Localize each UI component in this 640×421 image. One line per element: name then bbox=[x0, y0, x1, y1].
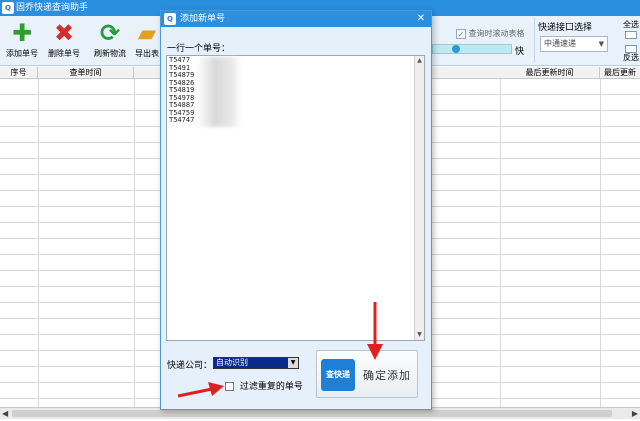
interface-select[interactable]: 中通速递 ▼ bbox=[540, 36, 608, 52]
privacy-blur bbox=[197, 57, 241, 127]
speed-slider[interactable] bbox=[432, 44, 512, 54]
select-all-label: 全选 bbox=[623, 20, 639, 29]
add-tracking-label: 添加单号 bbox=[6, 49, 38, 58]
select-all-button[interactable]: 全选 bbox=[620, 20, 640, 42]
dedup-label: 过滤重复的单号 bbox=[239, 382, 303, 392]
dialog-titlebar[interactable]: Q 添加新单号 ✕ bbox=[161, 11, 431, 27]
checkbox-icon bbox=[225, 382, 234, 391]
refresh-logistics-button[interactable]: ⟳ 刷新物流 bbox=[88, 20, 132, 62]
scroll-table-label: 查询时滚动表格 bbox=[468, 29, 525, 38]
column-header-index[interactable]: 序号 bbox=[0, 67, 38, 79]
app-title: 固乔快递查询助手 bbox=[16, 3, 89, 13]
interface-title: 快递接口选择 bbox=[538, 23, 593, 33]
grid-divider bbox=[600, 79, 601, 407]
grid-divider bbox=[134, 79, 135, 407]
app-logo-icon: Q bbox=[2, 2, 14, 14]
courier-label: 快递公司： bbox=[167, 361, 213, 371]
invert-select-button[interactable]: 反选 bbox=[620, 44, 640, 66]
annotation-arrow-icon bbox=[177, 382, 224, 398]
courier-select-value: 自动识别 bbox=[216, 358, 248, 367]
checkbox-icon bbox=[625, 31, 637, 39]
search-express-logo-icon: 查快递 bbox=[321, 359, 355, 391]
refresh-icon: ⟳ bbox=[99, 19, 121, 47]
check-icon: ✓ bbox=[456, 28, 466, 39]
plus-icon: ✚ bbox=[11, 19, 33, 47]
column-header-last-update-time[interactable]: 最后更新时间 bbox=[500, 67, 600, 79]
courier-select[interactable]: 自动识别 ▼ bbox=[213, 357, 299, 369]
grid-divider bbox=[500, 79, 501, 407]
delete-tracking-label: 删除单号 bbox=[48, 49, 80, 58]
grid-divider bbox=[38, 79, 39, 407]
add-tracking-button[interactable]: ✚ 添加单号 bbox=[0, 20, 44, 62]
dialog-title: 添加新单号 bbox=[180, 14, 226, 24]
scroll-up-icon[interactable]: ▲ bbox=[415, 56, 424, 66]
delete-tracking-button[interactable]: ✖ 删除单号 bbox=[42, 20, 86, 62]
refresh-logistics-label: 刷新物流 bbox=[94, 49, 126, 58]
export-label: 导出表 bbox=[135, 49, 159, 58]
scroll-left-icon[interactable]: ◀ bbox=[2, 408, 8, 419]
annotation-arrow-icon bbox=[367, 302, 383, 360]
add-tracking-dialog: Q 添加新单号 ✕ 一行一个单号： T5477 T5491 T54879 T54826… bbox=[160, 10, 432, 410]
app-logo-icon: Q bbox=[164, 13, 176, 25]
scrollbar-thumb[interactable] bbox=[12, 410, 612, 417]
speed-label: 快 bbox=[515, 47, 525, 57]
x-icon: ✖ bbox=[53, 19, 75, 47]
close-icon[interactable]: ✕ bbox=[415, 11, 427, 27]
chevron-down-icon: ▼ bbox=[288, 358, 298, 368]
speed-slider-thumb[interactable] bbox=[452, 45, 460, 53]
column-header-query-time[interactable]: 查单时间 bbox=[38, 67, 134, 79]
interface-select-value: 中通速递 bbox=[544, 39, 576, 48]
invert-select-label: 反选 bbox=[623, 53, 639, 62]
checkbox-icon bbox=[625, 45, 637, 53]
dedup-checkbox[interactable]: 过滤重复的单号 bbox=[225, 382, 303, 392]
chevron-down-icon: ▼ bbox=[598, 40, 604, 48]
scroll-table-checkbox[interactable]: ✓ 查询时滚动表格 bbox=[456, 28, 532, 42]
folder-icon: ▰ bbox=[137, 20, 157, 47]
confirm-add-label: 确定添加 bbox=[363, 369, 411, 382]
vertical-scrollbar[interactable]: ▲ ▼ bbox=[414, 56, 424, 340]
scroll-down-icon[interactable]: ▼ bbox=[415, 330, 424, 340]
scroll-right-icon[interactable]: ▶ bbox=[632, 408, 638, 419]
column-header-last-update[interactable]: 最后更新 bbox=[600, 67, 640, 79]
tracking-numbers-textarea[interactable]: T5477 T5491 T54879 T54826 T54819 T54978 T54887… bbox=[166, 55, 425, 341]
export-button[interactable]: ▰ 导出表 bbox=[134, 20, 160, 62]
dialog-prompt: 一行一个单号： bbox=[167, 44, 231, 54]
